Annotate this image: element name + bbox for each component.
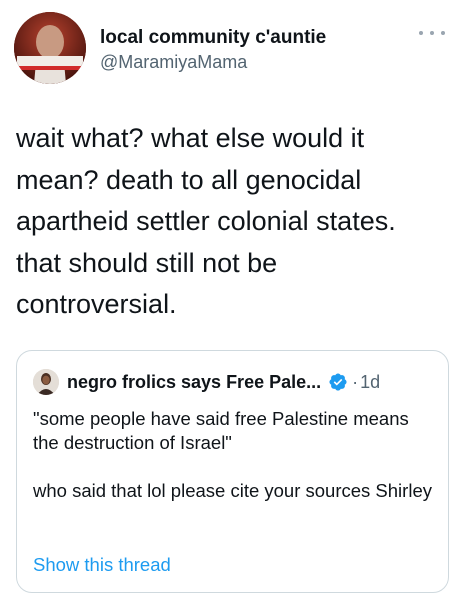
tweet-text-line: mean? death to all genocidal — [16, 164, 362, 195]
quoted-paragraph: "some people have said free Palestine me… — [33, 408, 409, 453]
quoted-timestamp[interactable]: 1d — [360, 372, 380, 393]
more-horizontal-icon[interactable] — [419, 26, 445, 40]
avatar[interactable] — [14, 12, 86, 84]
tweet-text-line: controversial. — [16, 289, 177, 319]
avatar-image — [14, 12, 86, 84]
author-name[interactable]: local community c'auntie — [100, 26, 326, 50]
tweet-text: wait what? what else would it mean? deat… — [16, 118, 456, 326]
quoted-paragraph: who said that lol please cite your sourc… — [33, 480, 432, 501]
quoted-tweet-header: negro frolics says Free Pale... · 1d — [33, 369, 380, 395]
quoted-tweet-text: "some people have said free Palestine me… — [33, 407, 438, 503]
quoted-tweet-card[interactable]: negro frolics says Free Pale... · 1d "so… — [16, 350, 449, 593]
author-handle[interactable]: @MaramiyaMama — [100, 50, 326, 74]
tweet-text-line: apartheid settler colonial states. — [16, 206, 396, 236]
tweet-text-line: wait what? what else would it — [16, 123, 365, 153]
show-thread-link[interactable]: Show this thread — [33, 553, 171, 577]
quoted-author-name[interactable]: negro frolics says Free Pale... — [67, 372, 321, 393]
author-info[interactable]: local community c'auntie @MaramiyaMama — [100, 26, 326, 74]
tweet: local community c'auntie @MaramiyaMama w… — [0, 0, 461, 600]
quoted-author-avatar[interactable] — [33, 369, 59, 395]
verified-badge-icon — [329, 373, 347, 391]
tweet-text-line: that should still not be — [16, 247, 278, 278]
separator-dot: · — [352, 371, 359, 392]
tweet-header: local community c'auntie @MaramiyaMama — [14, 12, 447, 92]
